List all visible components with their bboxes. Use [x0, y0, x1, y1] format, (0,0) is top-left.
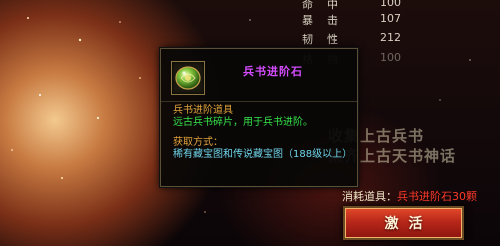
- consume-label: 消耗道具：: [342, 190, 397, 203]
- source-label: 获取方式：: [173, 137, 223, 148]
- stat-label: 命中: [302, 0, 352, 11]
- tooltip-header: 兵书进阶石: [161, 49, 357, 102]
- stat-label: 暴击: [302, 14, 352, 27]
- item-type: 兵书进阶道具: [173, 105, 233, 116]
- jade-stone-icon: [175, 66, 201, 90]
- stat-colon: :: [334, 31, 338, 44]
- stat-row-toughness: 韧性 : 212: [294, 31, 404, 49]
- item-slot: [171, 61, 205, 95]
- tooltip-body: 兵书进阶道具 远古兵书碎片，用于兵书进阶。 获取方式： 稀有藏宝图和传说藏宝图（…: [173, 105, 353, 161]
- item-tooltip: 兵书进阶石 兵书进阶道具 远古兵书碎片，用于兵书进阶。 获取方式： 稀有藏宝图和…: [160, 48, 358, 187]
- consume-value: 兵书进阶石30颗: [397, 190, 477, 203]
- stat-row-crit: 暴击 : 107: [294, 12, 404, 30]
- source-text: 稀有藏宝图和传说藏宝图（188级以上）: [173, 149, 353, 160]
- stat-value: 100: [380, 51, 401, 64]
- activate-button[interactable]: 激活: [343, 206, 464, 240]
- item-name: 兵书进阶石: [243, 65, 303, 78]
- stat-label: 韧性: [302, 33, 352, 46]
- consume-line: 消耗道具：兵书进阶石30颗: [342, 188, 477, 204]
- stat-value: 212: [380, 31, 401, 44]
- stat-colon: :: [334, 0, 338, 9]
- stat-value: 100: [380, 0, 401, 9]
- item-description: 远古兵书碎片，用于兵书进阶。: [173, 117, 313, 128]
- stat-value: 107: [380, 12, 401, 25]
- stat-colon: :: [334, 12, 338, 25]
